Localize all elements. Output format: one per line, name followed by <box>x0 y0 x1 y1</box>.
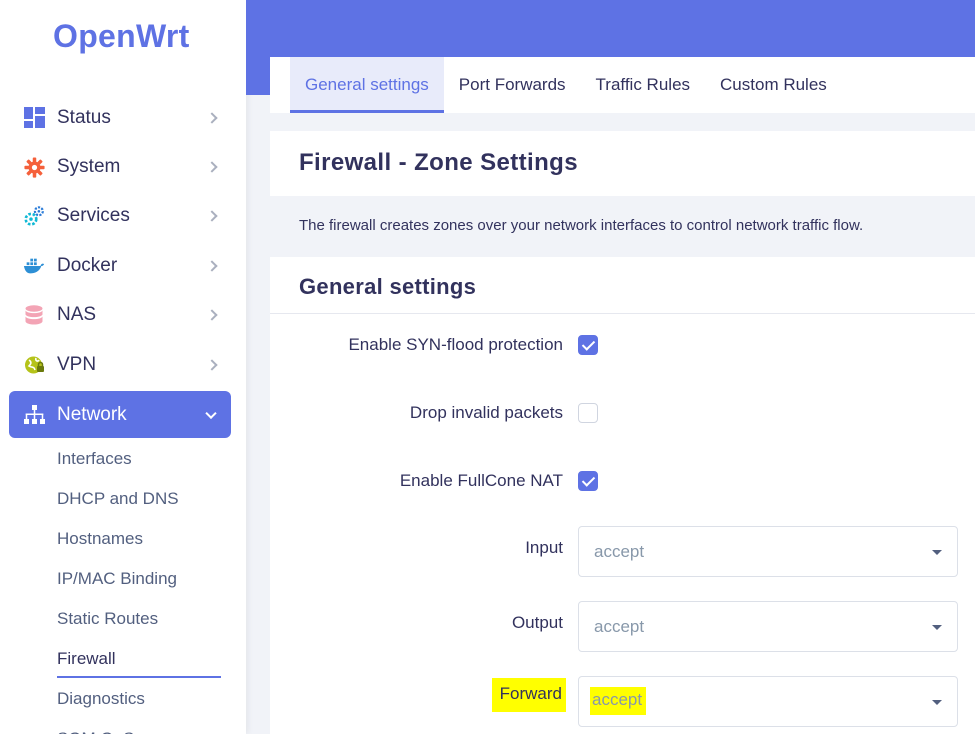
sidebar-item-label: Services <box>57 205 130 227</box>
output-select-value: accept <box>594 617 645 636</box>
forward-select-value: accept <box>590 687 647 715</box>
output-select[interactable]: accept <box>578 601 958 652</box>
chevron-right-icon <box>206 309 218 321</box>
chevron-right-icon <box>206 358 218 371</box>
tab-bar: General settings Port Forwards Traffic R… <box>270 57 975 113</box>
dashboard-icon <box>23 107 45 129</box>
sidebar-item-label: VPN <box>57 353 97 375</box>
sidebar-item-services[interactable]: Services <box>0 192 246 241</box>
submenu-item-sqm-qos[interactable]: SQM QoS <box>0 719 246 734</box>
sidebar-item-label: System <box>57 156 121 178</box>
title-card: Firewall - Zone Settings <box>270 131 975 196</box>
tab-general-settings[interactable]: General settings <box>290 57 444 113</box>
vpn-globe-icon <box>23 354 45 376</box>
page-description: The firewall creates zones over your net… <box>299 217 864 234</box>
chevron-right-icon <box>206 210 218 223</box>
caret-down-icon <box>932 550 942 555</box>
input-select[interactable]: accept <box>578 526 958 577</box>
network-tree-icon <box>23 404 45 426</box>
drop-invalid-label: Drop invalid packets <box>409 403 563 422</box>
sidebar-item-vpn[interactable]: VPN <box>0 340 246 389</box>
forward-label: Forward <box>491 678 566 712</box>
section-heading: General settings <box>299 274 477 299</box>
chevron-right-icon <box>206 161 218 173</box>
sidebar: OpenWrt Status System Services Docker NA… <box>0 0 246 734</box>
sidebar-item-system[interactable]: System <box>0 142 246 191</box>
sidebar-item-docker[interactable]: Docker <box>0 241 246 290</box>
caret-down-icon <box>932 700 942 705</box>
output-label: Output <box>511 613 563 632</box>
submenu-item-ip-mac-binding[interactable]: IP/MAC Binding <box>0 559 246 599</box>
chevron-right-icon <box>206 260 218 272</box>
general-settings-card: General settings Enable SYN-flood protec… <box>270 257 975 734</box>
docker-icon <box>23 255 45 277</box>
gear-icon <box>23 156 45 178</box>
syn-flood-label: Enable SYN-flood protection <box>348 335 563 354</box>
sidebar-item-nas[interactable]: NAS <box>0 291 246 340</box>
submenu-item-dhcp-dns[interactable]: DHCP and DNS <box>0 479 246 519</box>
sidebar-item-label: NAS <box>57 304 97 326</box>
sidebar-item-label: Network <box>57 403 127 425</box>
syn-flood-checkbox[interactable] <box>578 335 598 355</box>
page-title: Firewall - Zone Settings <box>299 149 578 176</box>
tab-port-forwards[interactable]: Port Forwards <box>444 57 581 113</box>
database-icon <box>23 304 45 326</box>
submenu-item-hostnames[interactable]: Hostnames <box>0 519 246 559</box>
network-submenu: Interfaces DHCP and DNS Hostnames IP/MAC… <box>0 439 246 734</box>
submenu-item-diagnostics[interactable]: Diagnostics <box>0 679 246 719</box>
divider <box>270 313 975 314</box>
cogs-icon <box>23 205 45 227</box>
sidebar-item-network[interactable]: Network <box>9 391 231 439</box>
chevron-down-icon <box>205 407 217 419</box>
forward-select[interactable]: accept <box>578 676 958 727</box>
fullcone-label: Enable FullCone NAT <box>399 471 563 490</box>
caret-down-icon <box>932 625 942 630</box>
input-label: Input <box>525 538 563 557</box>
tab-custom-rules[interactable]: Custom Rules <box>705 57 842 113</box>
submenu-item-firewall[interactable]: Firewall <box>0 639 246 679</box>
fullcone-checkbox[interactable] <box>578 471 598 491</box>
submenu-item-interfaces[interactable]: Interfaces <box>0 439 246 479</box>
drop-invalid-checkbox[interactable] <box>578 403 598 423</box>
input-select-value: accept <box>594 542 645 561</box>
chevron-right-icon <box>206 112 218 124</box>
submenu-item-static-routes[interactable]: Static Routes <box>0 599 246 639</box>
sidebar-item-label: Docker <box>57 254 118 276</box>
sidebar-menu: Status System Services Docker NAS VPN Ne… <box>0 93 246 734</box>
openwrt-logo[interactable]: OpenWrt <box>53 18 190 55</box>
sidebar-item-label: Status <box>57 106 111 128</box>
sidebar-item-status[interactable]: Status <box>0 93 246 142</box>
tab-traffic-rules[interactable]: Traffic Rules <box>581 57 705 113</box>
